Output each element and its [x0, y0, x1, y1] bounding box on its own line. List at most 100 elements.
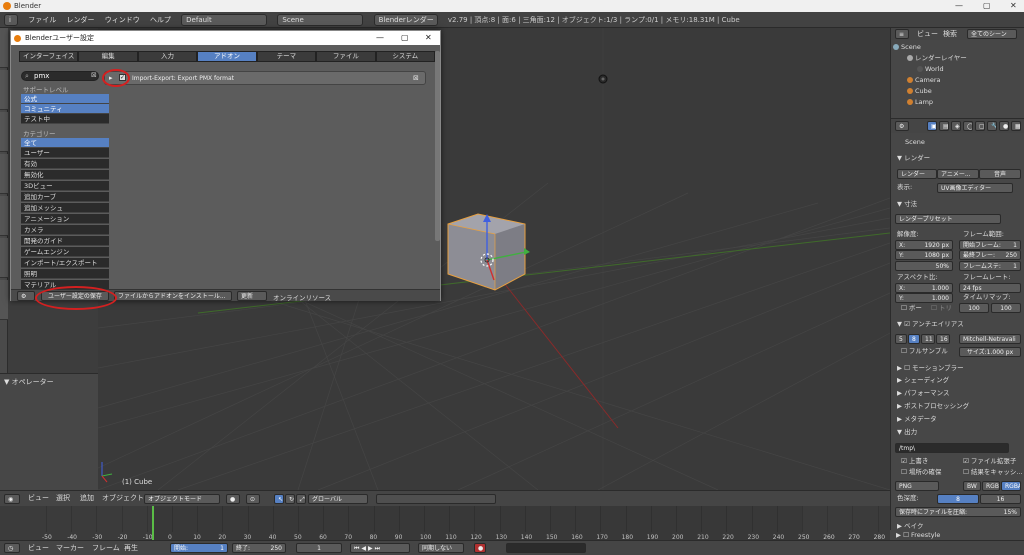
color-depth-16-button[interactable]: 16	[980, 494, 1021, 504]
aa-sample-5[interactable]: 5	[895, 334, 907, 344]
timeline-menu-playback[interactable]: 再生	[124, 541, 138, 555]
transform-orientation-select[interactable]: グローバル	[308, 494, 368, 504]
color-rgba-button[interactable]: RGBA	[1001, 481, 1021, 491]
dimensions-panel-header[interactable]: ▼ 寸法	[891, 199, 1024, 210]
render-audio-button[interactable]: 音声	[979, 169, 1021, 179]
close-icon[interactable]: ✕	[1010, 0, 1017, 12]
outliner-filter-select[interactable]: 全てのシーン	[967, 29, 1017, 39]
display-select[interactable]: UV画像エディター	[937, 183, 1013, 193]
aspect-y-field[interactable]: Y: 1.000	[895, 293, 953, 303]
render-preset-select[interactable]: レンダープリセット	[895, 214, 1001, 224]
file-format-select[interactable]: PNG	[895, 481, 939, 491]
file-extensions-checkbox[interactable]: ☑ ファイル拡張子	[957, 456, 1024, 467]
aa-filter-select[interactable]: Mitchell-Netravali	[959, 334, 1021, 344]
tab-addons[interactable]: アドオン	[197, 51, 257, 62]
aa-sample-11[interactable]: 11	[921, 334, 935, 344]
support-testing[interactable]: テスト中	[21, 114, 109, 124]
layer-buttons[interactable]	[376, 494, 496, 504]
end-frame-field[interactable]: 最終フレー: 250	[959, 250, 1021, 260]
category-add-mesh[interactable]: 追加メッシュ	[21, 203, 109, 213]
shading-mode-icon[interactable]: ●	[226, 494, 240, 504]
render-engine-select[interactable]: Blenderレンダー	[373, 14, 438, 26]
tab-editing[interactable]: 編集	[78, 51, 138, 62]
aa-sample-16[interactable]: 16	[936, 334, 950, 344]
viewport-menu-view[interactable]: ビュー	[28, 491, 49, 506]
timeline-menu-view[interactable]: ビュー	[28, 541, 49, 555]
viewport-editor-icon[interactable]: ◉	[4, 494, 20, 504]
filter-size-field[interactable]: サイズ:1.000 px	[959, 347, 1021, 357]
tool-tab[interactable]	[0, 154, 8, 194]
tool-tab[interactable]	[0, 238, 8, 278]
texture-context-icon[interactable]: ▦	[1011, 121, 1021, 131]
freestyle-panel-header[interactable]: ▶ ☐ Freestyle	[890, 530, 1024, 540]
outliner-row-lamp[interactable]: Lamp	[907, 97, 1024, 107]
category-game-engine[interactable]: ゲームエンジン	[21, 247, 109, 257]
menu-file[interactable]: ファイル	[28, 12, 56, 28]
start-frame-input[interactable]: 開始: 1	[170, 543, 228, 553]
menu-render[interactable]: レンダー	[66, 12, 94, 28]
render-animation-button[interactable]: アニメー...	[937, 169, 979, 179]
outliner-row-world[interactable]: World	[917, 64, 1024, 74]
frame-step-field[interactable]: フレームステ: 1	[959, 261, 1021, 271]
metadata-panel-header[interactable]: ▶ メタデータ	[891, 414, 1024, 425]
output-path-input[interactable]: /tmp\	[895, 443, 1009, 453]
bake-panel-header[interactable]: ▶ ベイク	[891, 521, 1024, 530]
playback-controls[interactable]: ⏮◀▶⏭	[350, 543, 410, 553]
category-disabled[interactable]: 無効化	[21, 170, 109, 180]
sync-mode-select[interactable]: 同期しない	[418, 543, 464, 553]
outliner-row-scene[interactable]: Scene	[893, 42, 1023, 52]
aspect-x-field[interactable]: X: 1.000	[895, 283, 953, 293]
color-rgb-button[interactable]: RGB	[982, 481, 1000, 491]
category-3dview[interactable]: 3Dビュー	[21, 181, 109, 191]
category-dev-guide[interactable]: 開発のガイド	[21, 236, 109, 246]
tool-tab[interactable]	[0, 28, 8, 68]
lamp-object[interactable]	[598, 74, 608, 84]
viewport-menu-object[interactable]: オブジェクト	[102, 491, 144, 506]
properties-editor-icon[interactable]: ⚙	[895, 121, 909, 131]
tab-themes[interactable]: テーマ	[256, 51, 317, 62]
tool-tab[interactable]	[0, 196, 8, 236]
outliner-menu-search[interactable]: 検索	[943, 28, 957, 40]
color-depth-8-button[interactable]: 8	[937, 494, 979, 504]
category-all[interactable]: 全て	[21, 138, 109, 148]
online-resources-link[interactable]: オンラインリソース	[273, 292, 331, 302]
support-community[interactable]: コミュニティ	[21, 104, 109, 114]
output-panel-header[interactable]: ▼ 出力	[891, 427, 1024, 438]
end-frame-input[interactable]: 終了: 250	[232, 543, 286, 553]
keying-set-input[interactable]	[506, 543, 586, 553]
pivot-icon[interactable]: ⊙	[246, 494, 260, 504]
addon-info-icon[interactable]: ⊠	[413, 74, 419, 82]
search-clear-icon[interactable]: ⊠	[91, 71, 97, 79]
prefs-close-icon[interactable]: ✕	[425, 31, 432, 45]
rotate-manipulator-icon[interactable]: ↻	[285, 494, 295, 504]
maximize-icon[interactable]: ▢	[983, 0, 991, 12]
shading-panel-header[interactable]: ▶ シェーディング	[891, 375, 1024, 386]
operator-label[interactable]: ▼ オペレーター	[4, 378, 54, 386]
antialias-panel-header[interactable]: ▼ ☑ アンチエイリアス	[891, 319, 1024, 330]
category-camera[interactable]: カメラ	[21, 225, 109, 235]
timeline-menu-marker[interactable]: マーカー	[56, 541, 84, 555]
timeline-editor-icon[interactable]: ◷	[4, 543, 20, 553]
resolution-x-field[interactable]: X: 1920 px	[895, 240, 953, 250]
render-context-icon[interactable]: ▣	[927, 121, 937, 131]
addon-search-input[interactable]: ⌕ pmx	[21, 71, 99, 81]
start-frame-field[interactable]: 開始フレーム: 1	[959, 240, 1021, 250]
scene-context-icon[interactable]: ◈	[951, 121, 961, 131]
prefs-minimize-icon[interactable]: —	[376, 31, 384, 45]
auto-keying-record-icon[interactable]: ●	[474, 543, 486, 553]
resolution-y-field[interactable]: Y: 1080 px	[895, 250, 953, 260]
category-user[interactable]: ユーザー	[21, 148, 109, 158]
tab-system[interactable]: システム	[375, 51, 435, 62]
timeline-area[interactable]: -50 -40 -30 -20 -10 0 10 20 30 40 50 60 70 80 90 100 110…	[0, 506, 890, 541]
current-frame-input[interactable]: 1	[296, 543, 342, 553]
interaction-mode-select[interactable]: オブジェクトモード	[144, 494, 220, 504]
viewport-menu-select[interactable]: 選択	[56, 491, 70, 506]
tab-input[interactable]: 入力	[137, 51, 198, 62]
tool-tab[interactable]	[0, 112, 8, 152]
material-context-icon[interactable]: ●	[999, 121, 1009, 131]
support-official[interactable]: 公式	[21, 94, 109, 104]
resolution-percentage-slider[interactable]: 50%	[895, 261, 953, 271]
viewport-menu-add[interactable]: 追加	[80, 491, 94, 506]
crop-checkbox[interactable]: ☐ トリ	[925, 303, 1024, 314]
outliner-menu-view[interactable]: ビュー	[917, 28, 938, 40]
